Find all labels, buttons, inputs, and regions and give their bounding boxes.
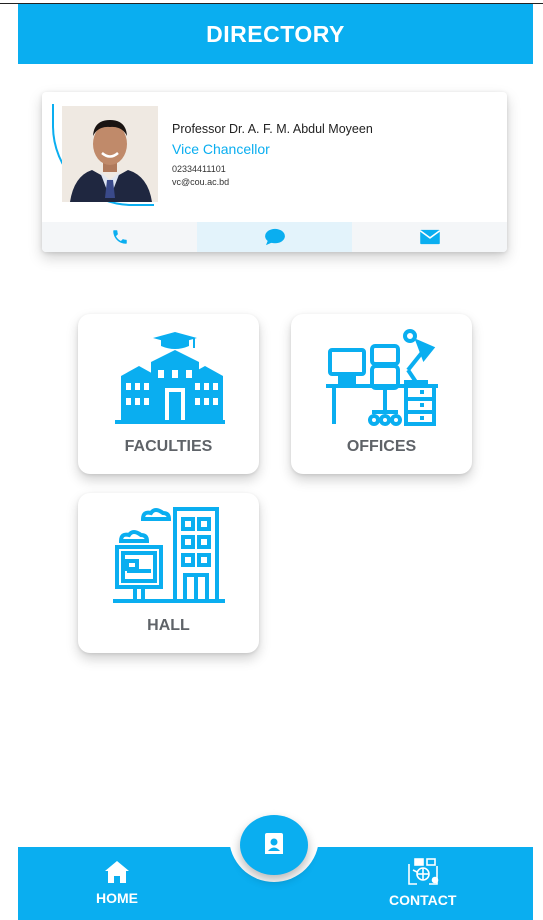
- call-button[interactable]: [42, 222, 197, 252]
- email-button[interactable]: [352, 222, 507, 252]
- header-bar: DIRECTORY: [18, 4, 533, 64]
- contact-network-icon: [407, 858, 439, 885]
- chat-icon: [264, 228, 285, 246]
- hall-tile[interactable]: HALL: [78, 493, 259, 653]
- university-building-icon: [114, 332, 225, 424]
- directory-fab-button[interactable]: [240, 815, 308, 875]
- mail-icon: [419, 229, 440, 245]
- hall-label: HALL: [147, 617, 190, 634]
- offices-label: OFFICES: [346, 438, 417, 455]
- profile-position: Vice Chancellor: [172, 141, 270, 157]
- profile-photo: [62, 106, 158, 202]
- office-desk-icon: [325, 329, 438, 426]
- offices-tile[interactable]: OFFICES: [291, 314, 472, 474]
- profile-info: Professor Dr. A. F. M. Abdul Moyeen Vice…: [172, 122, 373, 187]
- profile-name: Professor Dr. A. F. M. Abdul Moyeen: [172, 122, 373, 136]
- nav-contact[interactable]: CONTACT: [389, 858, 456, 908]
- home-icon: [105, 861, 129, 883]
- phone-icon: [112, 230, 127, 244]
- profile-phone: 02334411101: [172, 164, 226, 174]
- nav-contact-label: CONTACT: [389, 892, 457, 908]
- faculties-label: FACULTIES: [124, 438, 213, 455]
- message-button[interactable]: [197, 222, 352, 252]
- nav-home[interactable]: HOME: [96, 860, 138, 906]
- profile-card: Professor Dr. A. F. M. Abdul Moyeen Vice…: [42, 92, 507, 252]
- faculties-tile[interactable]: FACULTIES: [78, 314, 259, 474]
- profile-email: vc@cou.ac.bd: [172, 177, 230, 187]
- page-title: DIRECTORY: [206, 20, 345, 47]
- residence-hall-icon: [112, 507, 225, 603]
- profile-actions: [42, 222, 507, 252]
- contact-book-icon: [265, 833, 283, 857]
- nav-home-label: HOME: [96, 890, 138, 906]
